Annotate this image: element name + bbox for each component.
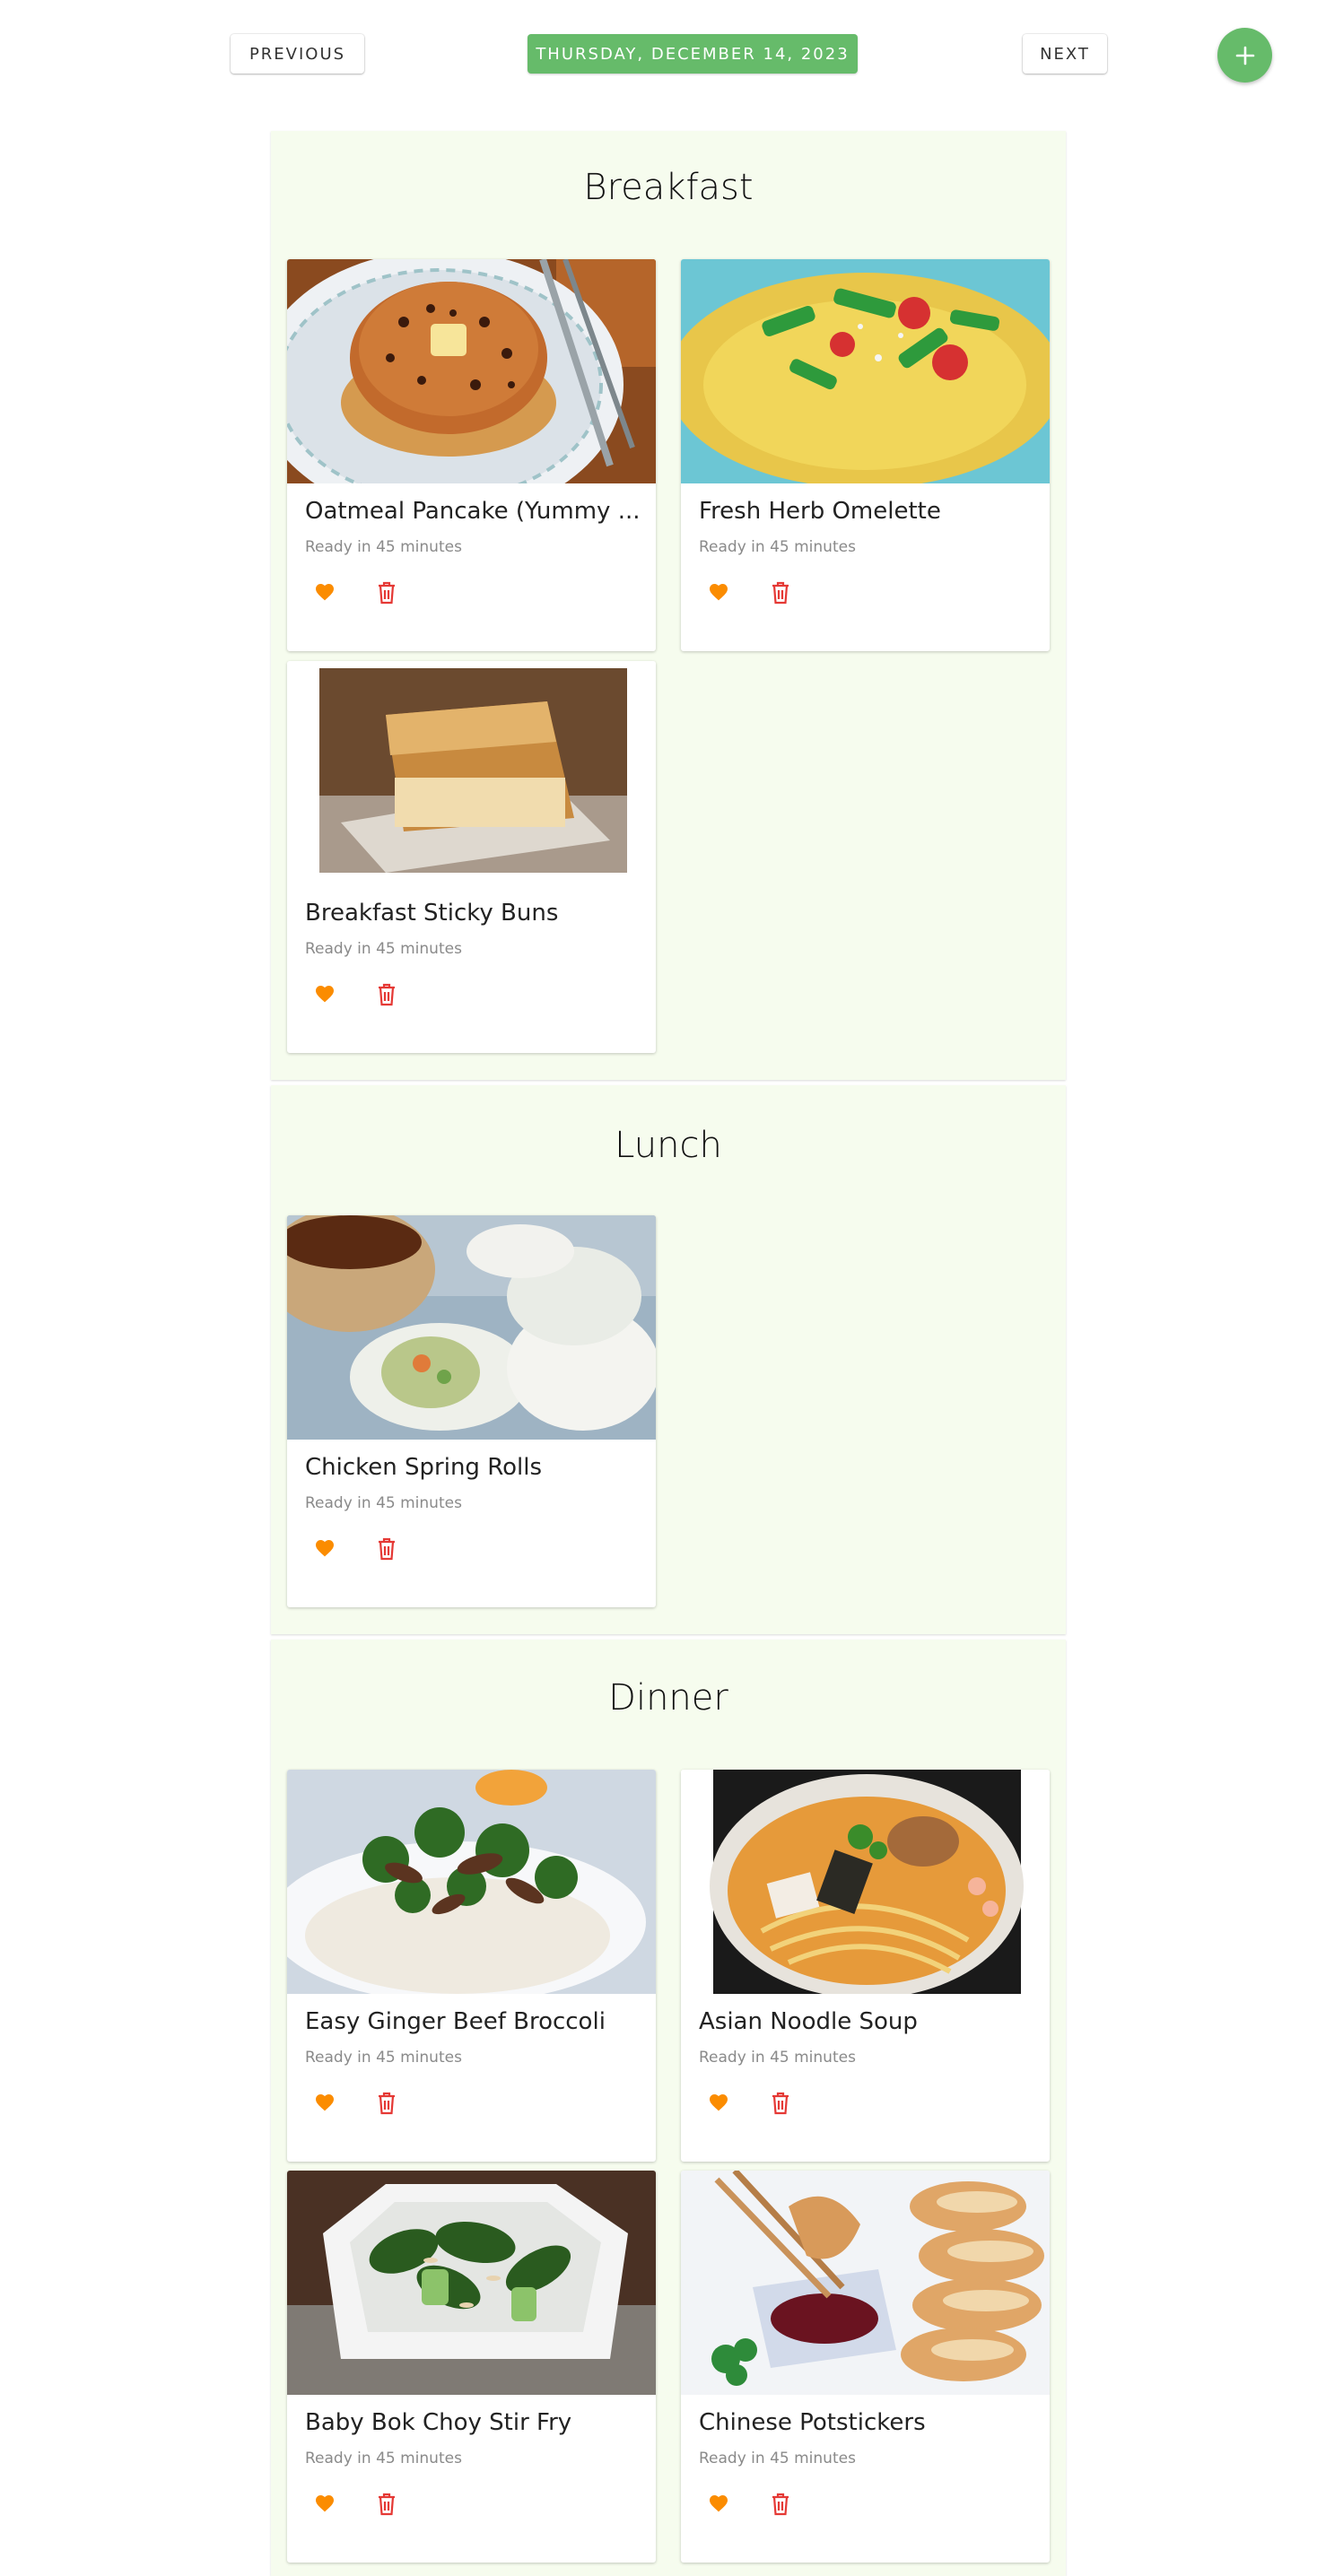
recipe-title[interactable]: Breakfast Sticky Buns [305,900,641,927]
heart-icon[interactable] [708,2493,729,2514]
recipe-ready-time: Ready in 45 minutes [699,2049,856,2067]
recipe-image[interactable] [287,1215,656,1440]
next-button[interactable]: NEXT [1023,34,1107,74]
meal-title: Dinner [608,1677,728,1719]
recipe-image[interactable] [287,2171,656,2395]
recipe-title[interactable]: Baby Bok Choy Stir Fry [305,2409,641,2436]
trash-icon[interactable] [771,2493,790,2516]
trash-icon[interactable] [771,2092,790,2115]
recipe-card[interactable]: Oatmeal Pancake (Yummy ... Ready in 45 m… [287,259,656,651]
heart-icon[interactable] [314,2092,336,2113]
trash-icon[interactable] [377,983,397,1006]
recipe-image[interactable] [287,661,656,885]
recipe-image[interactable] [681,259,1050,483]
trash-icon[interactable] [377,581,397,605]
heart-icon[interactable] [314,2493,336,2514]
heart-icon[interactable] [314,1537,336,1559]
recipe-title[interactable]: Oatmeal Pancake (Yummy ... [305,498,641,525]
meal-section-lunch: Lunch Chicken Spring Rolls Ready in 45 m… [271,1085,1066,1634]
recipe-image[interactable] [287,259,656,483]
previous-button[interactable]: PREVIOUS [231,34,364,74]
recipe-image[interactable] [287,1770,656,1994]
recipe-title[interactable]: Easy Ginger Beef Broccoli [305,2008,641,2035]
recipe-card[interactable]: Easy Ginger Beef Broccoli Ready in 45 mi… [287,1770,656,2162]
recipe-ready-time: Ready in 45 minutes [699,2450,856,2467]
recipe-card[interactable]: Chinese Potstickers Ready in 45 minutes [681,2171,1050,2563]
recipe-card[interactable]: Baby Bok Choy Stir Fry Ready in 45 minut… [287,2171,656,2563]
recipe-image[interactable] [681,1770,1050,1994]
recipe-ready-time: Ready in 45 minutes [305,940,462,958]
trash-icon[interactable] [771,581,790,605]
recipe-ready-time: Ready in 45 minutes [305,1494,462,1512]
recipe-card[interactable]: Chicken Spring Rolls Ready in 45 minutes [287,1215,656,1607]
date-button[interactable]: THURSDAY, DECEMBER 14, 2023 [528,34,858,74]
trash-icon[interactable] [377,1537,397,1561]
plus-icon [1235,46,1254,65]
recipe-ready-time: Ready in 45 minutes [305,2450,462,2467]
heart-icon[interactable] [314,983,336,1005]
recipe-title[interactable]: Fresh Herb Omelette [699,498,1035,525]
trash-icon[interactable] [377,2092,397,2115]
meal-title: Breakfast [583,167,754,208]
recipe-ready-time: Ready in 45 minutes [305,538,462,556]
recipe-title[interactable]: Chicken Spring Rolls [305,1454,641,1481]
heart-icon[interactable] [314,581,336,603]
meal-title: Lunch [615,1125,722,1166]
recipe-image[interactable] [681,2171,1050,2395]
meal-section-dinner: Dinner Easy Ginger Beef Broccoli Ready i… [271,1640,1066,2576]
heart-icon[interactable] [708,2092,729,2113]
recipe-card[interactable]: Fresh Herb Omelette Ready in 45 minutes [681,259,1050,651]
add-recipe-button[interactable] [1217,28,1272,83]
recipe-card[interactable]: Asian Noodle Soup Ready in 45 minutes [681,1770,1050,2162]
trash-icon[interactable] [377,2493,397,2516]
recipe-ready-time: Ready in 45 minutes [305,2049,462,2067]
recipe-ready-time: Ready in 45 minutes [699,538,856,556]
recipe-title[interactable]: Chinese Potstickers [699,2409,1035,2436]
recipe-card[interactable]: Breakfast Sticky Buns Ready in 45 minute… [287,661,656,1053]
recipe-title[interactable]: Asian Noodle Soup [699,2008,1035,2035]
meal-section-breakfast: Breakfast Oatmeal Pancake (Yummy ... Rea… [271,131,1066,1080]
heart-icon[interactable] [708,581,729,603]
